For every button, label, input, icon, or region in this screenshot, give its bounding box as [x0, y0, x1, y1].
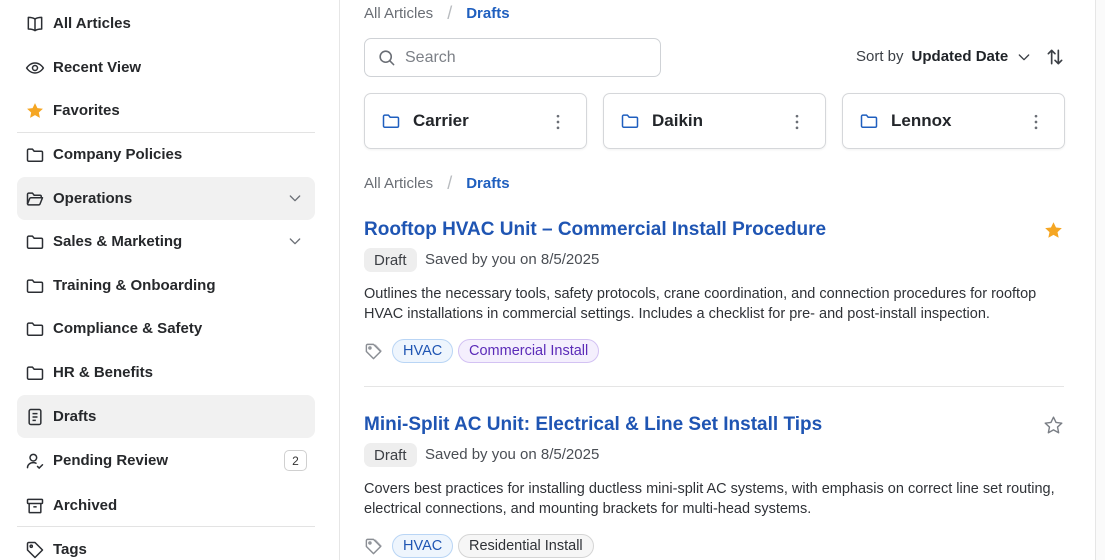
sidebar-item-label: HR & Benefits [53, 364, 154, 381]
article-divider [364, 386, 1064, 387]
tag-icon [25, 540, 45, 560]
chevron-down-icon[interactable] [1016, 49, 1032, 65]
star-icon [25, 101, 45, 121]
search-box[interactable] [364, 38, 661, 77]
right-panel-edge [1095, 0, 1105, 560]
folder-icon [25, 319, 45, 339]
breadcrumb-separator: / [447, 3, 453, 23]
sidebar-item-recent-view[interactable]: Recent View [17, 46, 315, 89]
folder-card-carrier[interactable]: Carrier [364, 93, 587, 149]
document-icon [25, 407, 45, 427]
tag-chip[interactable]: Residential Install [458, 534, 594, 558]
article-description: Outlines the necessary tools, safety pro… [364, 286, 1037, 322]
breadcrumb-current: Drafts [466, 175, 510, 192]
sidebar: All Articles Recent View Favorites Compa… [0, 0, 340, 560]
sort-order-icon[interactable] [1045, 47, 1065, 67]
folder-card-lennox[interactable]: Lennox [842, 93, 1065, 149]
sidebar-item-label: Drafts [53, 408, 97, 425]
sidebar-item-label: Archived [53, 497, 118, 514]
archive-icon [25, 496, 45, 516]
folder-icon [860, 114, 878, 128]
sort-value[interactable]: Updated Date [912, 48, 1009, 65]
more-vertical-icon[interactable] [548, 112, 568, 132]
tag-chip[interactable]: HVAC [392, 339, 454, 363]
folder-icon [382, 114, 400, 128]
folder-icon [25, 276, 45, 296]
article-title[interactable]: Mini-Split AC Unit: Electrical & Line Se… [364, 414, 822, 436]
status-badge: Draft [364, 248, 417, 272]
folder-name: Lennox [891, 111, 952, 130]
breadcrumb-root[interactable]: All Articles [364, 175, 433, 192]
sidebar-item-tags[interactable]: Tags [17, 528, 315, 560]
sidebar-item-label: All Articles [53, 15, 131, 32]
sidebar-item-company-policies[interactable]: Company Policies [17, 133, 315, 176]
sidebar-item-label: Sales & Marketing [53, 233, 183, 250]
sidebar-item-drafts[interactable]: Drafts [17, 395, 315, 438]
search-icon [379, 50, 395, 66]
folder-name: Carrier [413, 111, 469, 130]
tag-icon [365, 343, 382, 360]
sort-control[interactable]: Sort by Updated Date [856, 48, 1032, 65]
saved-info: Saved by you on 8/5/2025 [425, 446, 600, 463]
more-vertical-icon[interactable] [787, 112, 807, 132]
breadcrumb-current: Drafts [466, 5, 510, 22]
folder-card-daikin[interactable]: Daikin [603, 93, 826, 149]
breadcrumb: All Articles / Drafts [364, 3, 510, 24]
folder-open-icon [25, 189, 45, 209]
breadcrumb-separator: / [447, 173, 453, 193]
eye-icon [25, 58, 45, 78]
knowledge-base-app: All Articles Recent View Favorites Compa… [0, 0, 1105, 560]
article-description: Covers best practices for installing duc… [364, 481, 1055, 517]
sidebar-divider [17, 526, 315, 527]
chevron-down-icon[interactable] [287, 233, 303, 249]
user-clock-icon [25, 451, 45, 471]
sidebar-item-label: Tags [53, 541, 87, 558]
sidebar-item-label: Pending Review [53, 452, 169, 469]
article-title[interactable]: Rooftop HVAC Unit – Commercial Install P… [364, 219, 826, 241]
folder-icon [25, 145, 45, 165]
pending-count-badge: 2 [284, 450, 307, 471]
tag-chip[interactable]: HVAC [392, 534, 454, 558]
breadcrumb-root[interactable]: All Articles [364, 5, 433, 22]
status-badge: Draft [364, 443, 417, 467]
folder-name: Daikin [652, 111, 704, 130]
sidebar-item-pending-review[interactable]: Pending Review 2 [17, 439, 315, 482]
folder-icon [25, 232, 45, 252]
sidebar-item-sales-marketing[interactable]: Sales & Marketing [17, 220, 315, 263]
saved-info: Saved by you on 8/5/2025 [425, 251, 600, 268]
favorite-star-filled-icon[interactable] [1043, 220, 1064, 241]
sidebar-item-all-articles[interactable]: All Articles [17, 2, 315, 45]
chevron-down-icon[interactable] [287, 190, 303, 206]
sidebar-item-compliance-safety[interactable]: Compliance & Safety [17, 307, 315, 350]
book-open-icon [25, 14, 45, 34]
sidebar-item-label: Training & Onboarding [53, 277, 216, 294]
search-input[interactable] [405, 48, 635, 67]
sidebar-item-label: Favorites [53, 102, 120, 119]
sidebar-item-operations[interactable]: Operations [17, 177, 315, 220]
favorite-star-outline-icon[interactable] [1043, 415, 1064, 436]
tag-icon [365, 538, 382, 555]
sidebar-item-label: Compliance & Safety [53, 320, 203, 337]
breadcrumb: All Articles / Drafts [364, 173, 510, 194]
folder-icon [621, 114, 639, 128]
sidebar-item-label: Operations [53, 190, 133, 207]
sidebar-item-archived[interactable]: Archived [17, 484, 315, 527]
folder-icon [25, 363, 45, 383]
sidebar-item-training-onboarding[interactable]: Training & Onboarding [17, 264, 315, 307]
sidebar-item-label: Company Policies [53, 146, 183, 163]
sort-label: Sort by [856, 48, 904, 65]
more-vertical-icon[interactable] [1026, 112, 1046, 132]
sidebar-item-hr-benefits[interactable]: HR & Benefits [17, 351, 315, 394]
tag-chip[interactable]: Commercial Install [458, 339, 600, 363]
sidebar-item-favorites[interactable]: Favorites [17, 89, 315, 132]
sidebar-item-label: Recent View [53, 59, 142, 76]
